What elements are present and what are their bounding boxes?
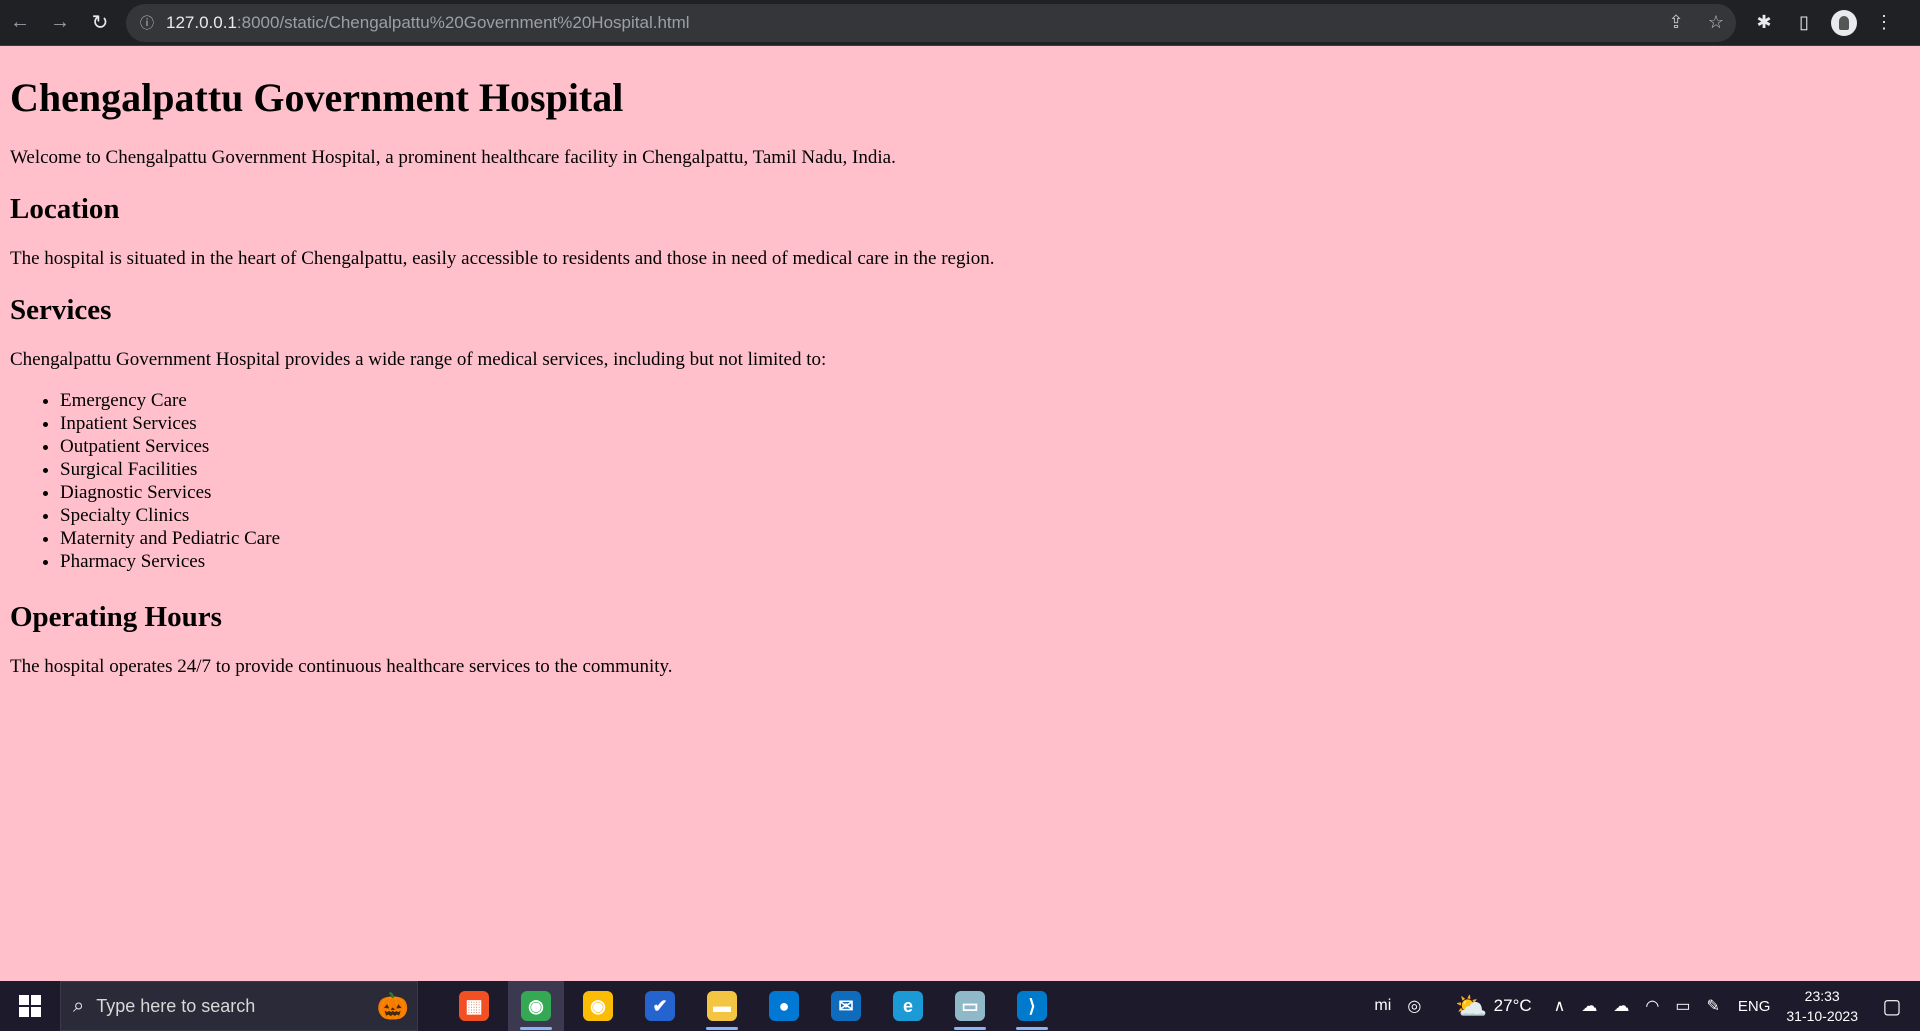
pen-icon[interactable]: ✎ xyxy=(1706,996,1719,1016)
address-bar[interactable]: ⓘ 127.0.0.1 :8000/static/Chengalpattu%20… xyxy=(126,3,1736,42)
browser-toolbar: ← → ↻ ⓘ 127.0.0.1 :8000/static/Chengalpa… xyxy=(0,0,1920,46)
services-list: Emergency Care Inpatient Services Outpat… xyxy=(10,389,1910,573)
cloud-icon[interactable]: ☁ xyxy=(1613,996,1629,1016)
list-item: Diagnostic Services xyxy=(60,481,1910,504)
list-item: Emergency Care xyxy=(60,389,1910,412)
taskbar-app-chrome-profile[interactable]: ◉ xyxy=(508,981,564,1031)
taskbar-app-file-explorer[interactable]: ▬ xyxy=(694,981,750,1031)
list-item: Maternity and Pediatric Care xyxy=(60,527,1910,550)
list-item: Inpatient Services xyxy=(60,412,1910,435)
reload-icon[interactable]: ↻ xyxy=(80,3,120,43)
profile-avatar[interactable] xyxy=(1831,9,1857,36)
onedrive-icon[interactable]: ☁ xyxy=(1581,996,1597,1016)
taskbar: ⌕ Type here to search 🎃 ▦ ◉ ◉ ✔ ▬ ● ✉ e ▭ ⟩ mi ◎ … xyxy=(0,981,1920,1031)
bookmark-star-icon[interactable]: ☆ xyxy=(1696,12,1736,33)
windows-logo-icon xyxy=(19,995,41,1017)
side-panel-icon[interactable]: ▯ xyxy=(1784,12,1824,33)
notification-icon[interactable]: ▢ xyxy=(1872,994,1912,1019)
notepad-icon: ▭ xyxy=(955,991,985,1021)
hours-text: The hospital operates 24/7 to provide co… xyxy=(10,656,673,677)
sync-icon[interactable]: ◎ xyxy=(1407,996,1421,1016)
mi-icon[interactable]: mi xyxy=(1374,997,1391,1015)
menu-kebab-icon[interactable]: ⋮ xyxy=(1864,12,1904,33)
url-host: 127.0.0.1 xyxy=(166,12,237,32)
cloud-sun-icon: ⛅ xyxy=(1455,990,1488,1021)
hours-heading: Operating Hours xyxy=(10,601,222,633)
battery-icon[interactable]: ▭ xyxy=(1675,996,1690,1016)
list-item: Specialty Clinics xyxy=(60,504,1910,527)
share-icon[interactable]: ⇪ xyxy=(1656,12,1696,33)
forward-arrow-icon[interactable]: → xyxy=(40,3,80,43)
store-icon: ▦ xyxy=(459,991,489,1021)
clock[interactable]: 23:33 31-10-2023 xyxy=(1786,986,1858,1026)
taskbar-apps: ▦ ◉ ◉ ✔ ▬ ● ✉ e ▭ ⟩ xyxy=(446,981,1066,1031)
wifi-icon[interactable]: ◠ xyxy=(1645,996,1659,1016)
mail-icon: ✉ xyxy=(831,991,861,1021)
site-info-icon[interactable]: ⓘ xyxy=(140,13,154,33)
taskbar-app-app-blue[interactable]: ● xyxy=(756,981,812,1031)
search-placeholder: Type here to search xyxy=(96,995,256,1016)
url-path: :8000/static/Chengalpattu%20Government%2… xyxy=(236,12,690,32)
search-icon: ⌕ xyxy=(73,994,85,1017)
extensions-icon[interactable]: ✱ xyxy=(1744,12,1784,33)
taskbar-app-mail[interactable]: ✉ xyxy=(818,981,874,1031)
weather-temp: 27°C xyxy=(1493,996,1532,1015)
folder-icon: ▬ xyxy=(707,991,737,1021)
checkmark-icon: ✔ xyxy=(645,991,675,1021)
weather-widget[interactable]: ⛅ 27°C xyxy=(1455,991,1531,1022)
intro-text: Welcome to Chengalpattu Government Hospi… xyxy=(10,147,896,168)
chevron-up-icon[interactable]: ∧ xyxy=(1554,996,1566,1016)
back-arrow-icon[interactable]: ← xyxy=(0,3,40,43)
list-item: Surgical Facilities xyxy=(60,458,1910,481)
services-text: Chengalpattu Government Hospital provide… xyxy=(10,349,827,370)
person-icon: ● xyxy=(769,991,799,1021)
taskbar-app-edge[interactable]: e xyxy=(880,981,936,1031)
list-item: Outpatient Services xyxy=(60,435,1910,458)
taskbar-app-vscode[interactable]: ⟩ xyxy=(1004,981,1060,1031)
language-indicator[interactable]: ENG xyxy=(1738,998,1771,1015)
taskbar-app-microsoft-store[interactable]: ▦ xyxy=(446,981,502,1031)
chrome-icon: ◉ xyxy=(521,991,551,1021)
location-text: The hospital is situated in the heart of… xyxy=(10,248,995,269)
page-content: Chengalpattu Government Hospital Welcome… xyxy=(10,46,1910,698)
chrome-icon: ◉ xyxy=(583,991,613,1021)
clock-time: 23:33 xyxy=(1804,988,1840,1004)
edge-icon: e xyxy=(893,991,923,1021)
halloween-pumpkin-icon[interactable]: 🎃 xyxy=(377,991,409,1022)
taskbar-app-notepad-app[interactable]: ▭ xyxy=(942,981,998,1031)
taskbar-app-chrome[interactable]: ◉ xyxy=(570,981,626,1031)
services-heading: Services xyxy=(10,294,112,326)
location-heading: Location xyxy=(10,193,120,225)
system-tray: mi ◎ ⛅ 27°C ∧ ☁ ☁ ◠ ▭ ✎ ENG 23:33 31-10-… xyxy=(1366,981,1920,1031)
vscode-icon: ⟩ xyxy=(1017,991,1047,1021)
taskbar-app-todo[interactable]: ✔ xyxy=(632,981,688,1031)
start-button[interactable] xyxy=(0,981,60,1031)
page-title: Chengalpattu Government Hospital xyxy=(10,75,624,120)
taskbar-search[interactable]: ⌕ Type here to search 🎃 xyxy=(60,981,418,1031)
list-item: Pharmacy Services xyxy=(60,550,1910,573)
clock-date: 31-10-2023 xyxy=(1786,1008,1858,1024)
